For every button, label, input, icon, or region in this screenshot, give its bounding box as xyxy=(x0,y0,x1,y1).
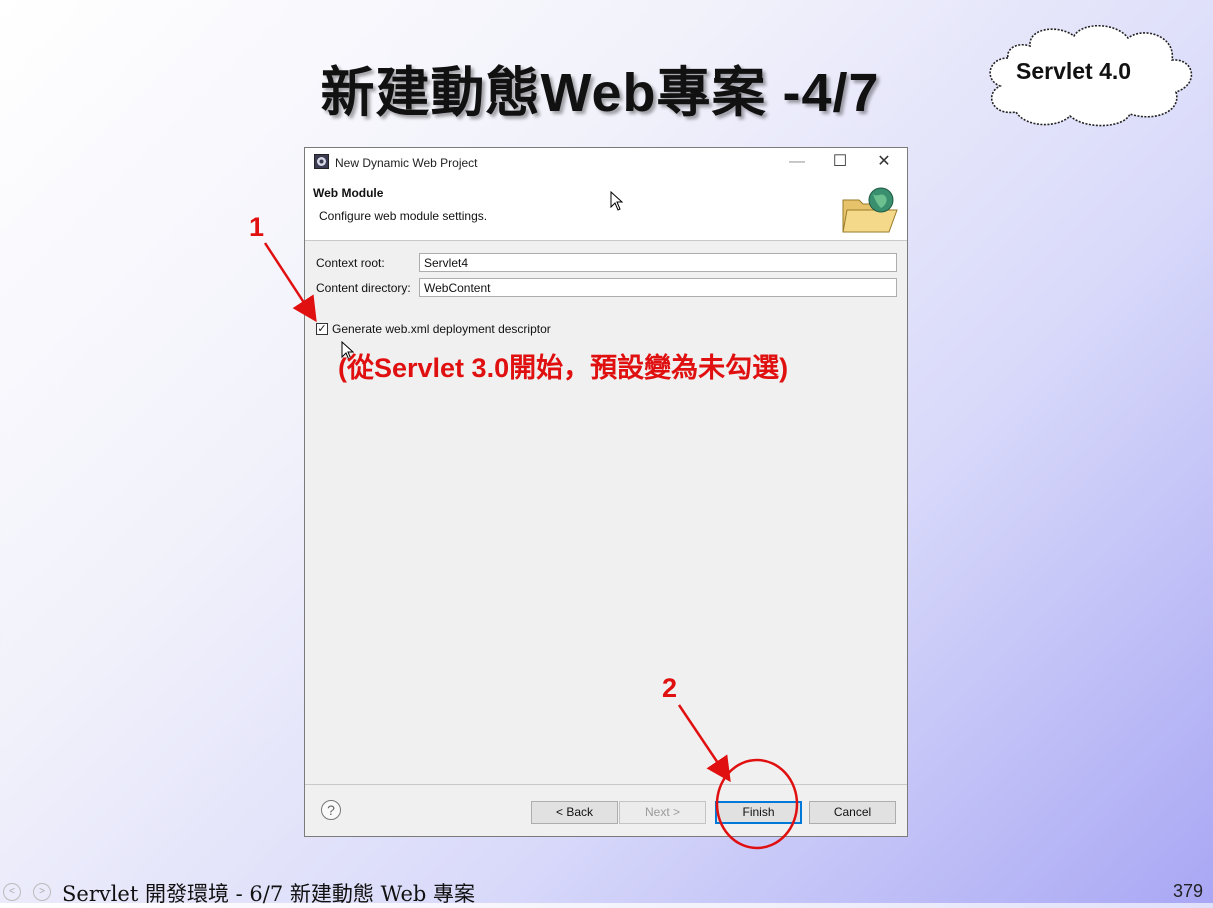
prev-slide-icon[interactable]: < xyxy=(3,883,21,901)
content-directory-label: Content directory: xyxy=(316,281,411,295)
maximize-button[interactable]: ☐ xyxy=(818,150,862,174)
content-directory-input[interactable] xyxy=(419,278,897,297)
cancel-button[interactable]: Cancel xyxy=(809,801,896,824)
back-button[interactable]: < Back xyxy=(531,801,618,824)
footer-separator xyxy=(305,784,907,785)
folder-globe-icon xyxy=(842,187,898,233)
new-dynamic-web-project-dialog: New Dynamic Web Project — ☐ ✕ Web Module… xyxy=(304,147,908,837)
title-bar: New Dynamic Web Project — ☐ ✕ xyxy=(305,148,907,176)
mouse-cursor-icon xyxy=(610,191,624,211)
close-button[interactable]: ✕ xyxy=(862,150,906,174)
step-marker-1: 1 xyxy=(249,212,265,242)
slide-footer: Servlet 開發環境 - 6/7 新建動態 Web 專案 xyxy=(62,882,475,906)
page-number: 379 xyxy=(1172,881,1203,901)
context-root-input[interactable] xyxy=(419,253,897,272)
generate-descriptor-checkbox[interactable]: ✓ xyxy=(316,323,328,335)
annotation-note: (從Servlet 3.0開始，預設變為未勾選) xyxy=(338,353,789,383)
help-icon[interactable]: ? xyxy=(321,800,341,820)
minimize-button[interactable]: — xyxy=(775,150,819,174)
header-description: Configure web module settings. xyxy=(319,209,488,223)
next-slide-icon[interactable]: > xyxy=(33,883,51,901)
next-button[interactable]: Next > xyxy=(619,801,706,824)
wizard-header: Web Module Configure web module settings… xyxy=(305,176,907,241)
step-marker-2: 2 xyxy=(662,673,678,703)
generate-descriptor-label[interactable]: Generate web.xml deployment descriptor xyxy=(332,322,551,336)
cloud-label: Servlet 4.0 xyxy=(1016,58,1132,84)
window-title: New Dynamic Web Project xyxy=(335,156,478,170)
context-root-label: Context root: xyxy=(316,256,385,270)
finish-button[interactable]: Finish xyxy=(715,801,802,824)
app-icon xyxy=(314,154,329,169)
header-title: Web Module xyxy=(313,186,384,200)
slide-title: 新建動態Web專案 -4/7 xyxy=(320,63,880,123)
